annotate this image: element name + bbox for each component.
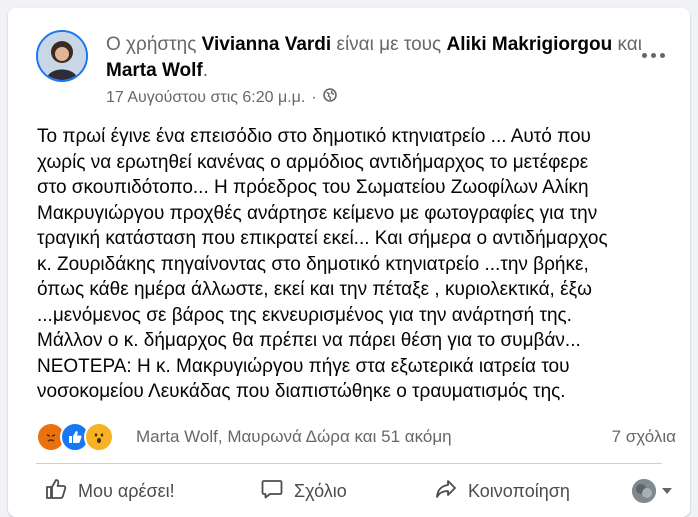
comment-label: Σχόλιο: [294, 480, 347, 501]
meta-separator: ·: [311, 88, 317, 106]
header-prefix: Ο χρήστης: [106, 34, 202, 55]
share-label: Κοινοποίηση: [468, 480, 570, 501]
post-header: Ο χρήστης Vivianna Vardi είναι με τους A…: [106, 32, 666, 84]
caret-down-icon: [662, 488, 672, 494]
share-button[interactable]: Κοινοποίηση: [426, 471, 612, 511]
divider: [36, 463, 662, 464]
like-button[interactable]: Μου αρέσει!: [36, 471, 212, 511]
user-avatar: [632, 479, 656, 503]
react-as-selector[interactable]: [632, 479, 676, 503]
reactions-bar: Marta Wolf, Μαυρωνά Δώρα και 51 ακόμη 7 …: [36, 420, 676, 454]
share-icon: [434, 477, 458, 506]
wow-reaction-icon: [84, 422, 114, 452]
header-with-text: είναι με τους: [331, 34, 447, 55]
reaction-icons[interactable]: [36, 422, 130, 452]
comment-button[interactable]: Σχόλιο: [252, 471, 426, 511]
author-name-link[interactable]: Vivianna Vardi: [202, 34, 332, 55]
tagged-user-link-1[interactable]: Aliki Makrigiorgou: [446, 34, 612, 55]
post-body: Το πρωί έγινε ένα επεισόδιο στο δημοτικό…: [37, 126, 608, 402]
header-end: .: [202, 60, 209, 81]
like-label: Μου αρέσει!: [78, 480, 175, 501]
post-meta: 17 Αυγούστου στις 6:20 μ.μ. ·: [106, 88, 337, 107]
more-options-icon[interactable]: [638, 43, 668, 67]
tagged-user-link-2[interactable]: Marta Wolf: [106, 60, 203, 81]
comments-count[interactable]: 7 σχόλια: [612, 427, 676, 447]
globe-icon[interactable]: [322, 88, 337, 107]
action-bar: Μου αρέσει! Σχόλιο Κοινοποίηση: [36, 466, 676, 516]
comment-icon: [260, 477, 284, 506]
like-icon: [44, 477, 68, 506]
post-timestamp[interactable]: 17 Αυγούστου στις 6:20 μ.μ.: [106, 89, 305, 107]
reactions-summary[interactable]: Marta Wolf, Μαυρωνά Δώρα και 51 ακόμη: [136, 427, 452, 447]
author-avatar[interactable]: [36, 30, 88, 82]
post-card: Ο χρήστης Vivianna Vardi είναι με τους A…: [8, 8, 690, 517]
